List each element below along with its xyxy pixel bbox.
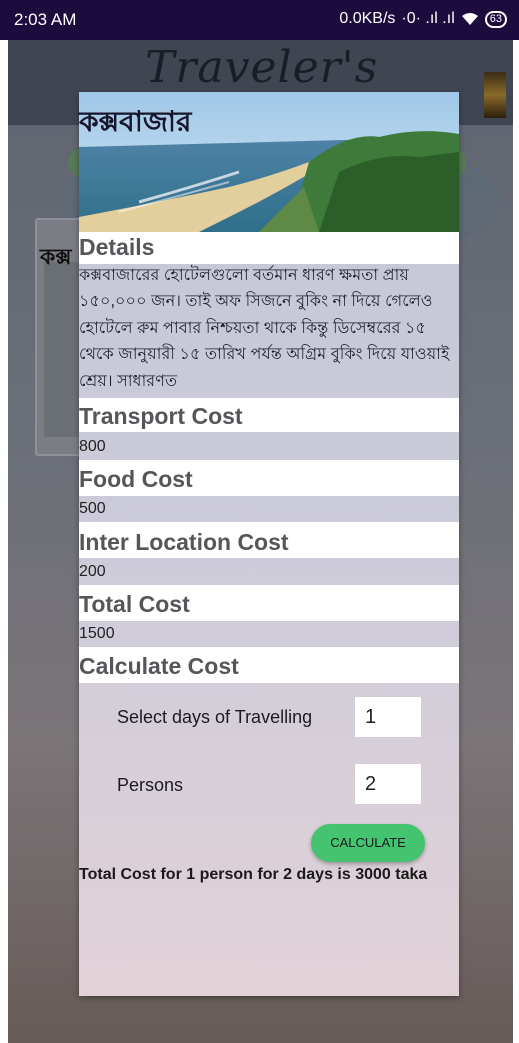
details-text: কক্সবাজারের হোটেলগুলো বর্তমান ধারণ ক্ষমত… bbox=[79, 266, 450, 390]
status-icons: 0.0KB/s ·0· .ıl .ıl 63 bbox=[339, 10, 507, 28]
persons-label: Persons bbox=[117, 775, 184, 795]
status-time: 2:03 AM bbox=[14, 10, 77, 29]
dialog-title: কক্সবাজার bbox=[79, 106, 192, 137]
battery-icon: 63 bbox=[484, 10, 507, 28]
total-cost-value: 1500 bbox=[79, 625, 115, 642]
persons-input[interactable]: 2 bbox=[355, 764, 421, 804]
inter-location-cost-label: Inter Location Cost bbox=[79, 529, 289, 555]
days-label: Select days of Travelling bbox=[117, 707, 313, 727]
inter-location-cost-value: 200 bbox=[79, 563, 106, 580]
total-cost-label: Total Cost bbox=[79, 591, 190, 617]
app-title: Traveler's bbox=[145, 42, 379, 93]
calculate-button[interactable]: CALCULATE bbox=[311, 824, 425, 862]
header-thumbnail[interactable] bbox=[484, 72, 506, 118]
status-bar: 2:03 AM 0.0KB/s ·0· .ıl .ıl 63 bbox=[0, 0, 519, 40]
food-cost-value: 500 bbox=[79, 500, 106, 517]
transport-cost-value: 800 bbox=[79, 438, 106, 455]
net-speed: 0.0KB/s bbox=[339, 10, 396, 27]
place-card-title: কক্স bbox=[40, 244, 72, 269]
transport-cost-label: Transport Cost bbox=[79, 403, 243, 429]
calculate-cost-label: Calculate Cost bbox=[79, 653, 239, 679]
result-text: Total Cost for 1 person for 2 days is 30… bbox=[79, 866, 428, 883]
wifi-icon bbox=[461, 13, 478, 25]
food-cost-label: Food Cost bbox=[79, 466, 193, 492]
place-dialog: কক্সবাজার Details কক্সবাজারের হোটেলগুলো … bbox=[79, 92, 459, 996]
signal-icon: ·0· .ıl .ıl bbox=[401, 10, 455, 27]
days-input[interactable]: 1 bbox=[355, 697, 421, 737]
details-label: Details bbox=[79, 234, 155, 260]
